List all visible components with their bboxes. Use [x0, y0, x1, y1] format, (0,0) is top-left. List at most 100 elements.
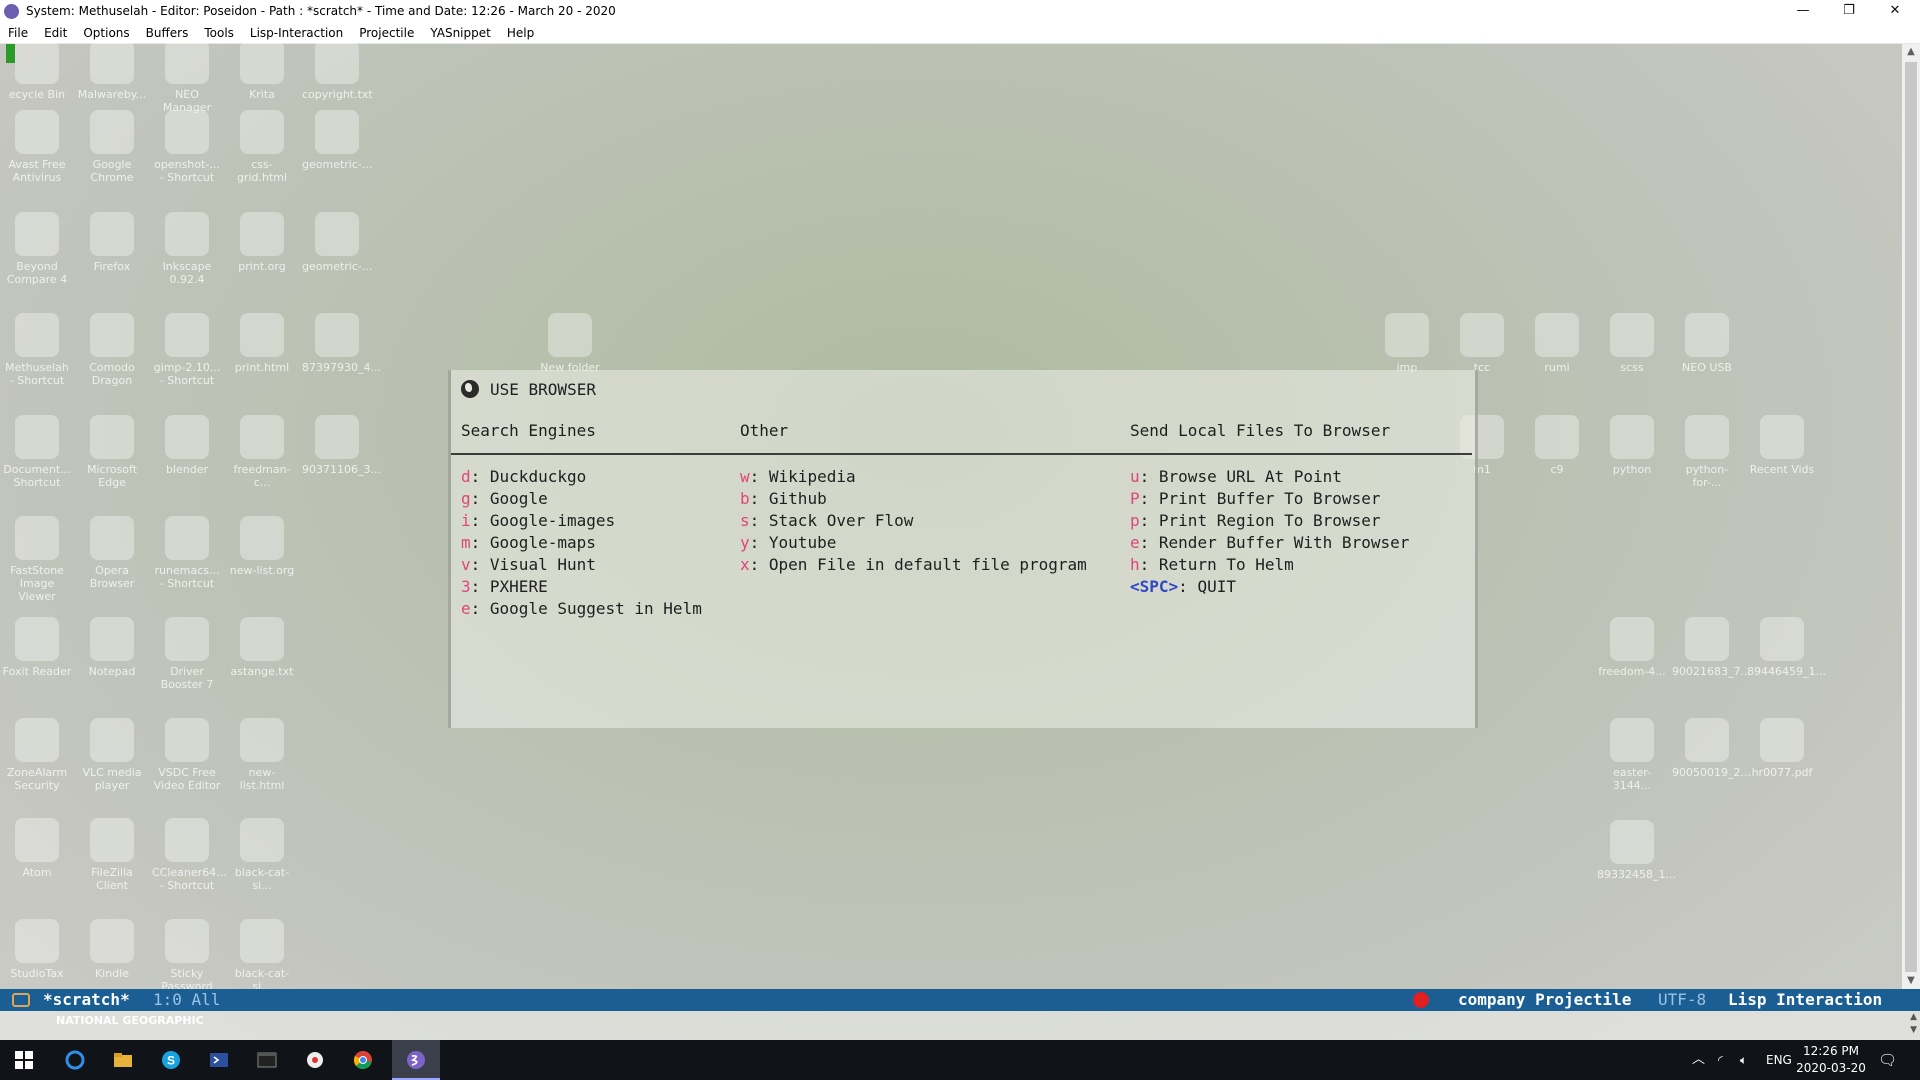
desktop-icon: Google Chrome: [77, 110, 147, 184]
desktop-icon-label: Kindle: [94, 967, 130, 980]
panel-title: USE BROWSER: [490, 379, 596, 399]
desktop-file-icon: [15, 818, 59, 862]
menu-entry-google[interactable]: g: Google: [461, 488, 702, 510]
desktop-file-icon: [1535, 313, 1579, 357]
major-mode[interactable]: Lisp Interaction: [1728, 989, 1882, 1011]
encoding[interactable]: UTF-8: [1658, 989, 1706, 1011]
vertical-scrollbar[interactable]: ▲ ▼: [1902, 44, 1920, 989]
desktop-icon-label: Avast Free Antivirus: [8, 158, 66, 184]
desktop-file-icon: [240, 718, 284, 762]
menu-entry-print-buffer[interactable]: P: Print Buffer To Browser: [1130, 488, 1409, 510]
desktop-file-icon: [240, 617, 284, 661]
menu-tools[interactable]: Tools: [196, 26, 242, 40]
desktop-file-icon: [1535, 415, 1579, 459]
menu-entry-duckduckgo[interactable]: d: Duckduckgo: [461, 466, 702, 488]
menu-entry-google-images[interactable]: i: Google-images: [461, 510, 702, 532]
desktop-file-icon: [1610, 718, 1654, 762]
taskbar-edge[interactable]: [51, 1040, 99, 1080]
entry-key: b: [740, 489, 750, 508]
menu-entry-return-to-helm[interactable]: h: Return To Helm: [1130, 554, 1409, 576]
buffer-name[interactable]: *scratch*: [43, 989, 130, 1011]
desktop-file-icon: [15, 516, 59, 560]
bug-icon[interactable]: [1413, 992, 1429, 1008]
entry-label: : Github: [749, 489, 827, 508]
taskbar-skype[interactable]: S: [147, 1040, 195, 1080]
scroll-up-icon[interactable]: ▲: [1902, 44, 1920, 60]
echo-area[interactable]: NATIONAL GEOGRAPHIC ▲ ▼: [0, 1011, 1920, 1040]
network-icon[interactable]: ◜: [1718, 1040, 1723, 1080]
taskbar-emacs[interactable]: [392, 1040, 440, 1080]
menu-options[interactable]: Options: [75, 26, 137, 40]
menu-entry-print-region[interactable]: p: Print Region To Browser: [1130, 510, 1409, 532]
desktop-icon: black-cat-si...: [227, 818, 297, 892]
taskbar-powershell[interactable]: [195, 1040, 243, 1080]
desktop-icon: 87397930_4...: [302, 313, 381, 374]
menu-entry-youtube[interactable]: y: Youtube: [740, 532, 1087, 554]
taskbar-file-explorer[interactable]: [99, 1040, 147, 1080]
desktop-icon-label: FileZilla Client: [91, 866, 133, 892]
menu-entry-github[interactable]: b: Github: [740, 488, 1087, 510]
entry-label: : Print Region To Browser: [1139, 511, 1381, 530]
menu-entry-stack-over-flow[interactable]: s: Stack Over Flow: [740, 510, 1087, 532]
menu-lisp-interaction[interactable]: Lisp-Interaction: [242, 26, 351, 40]
header-separator: [451, 453, 1472, 455]
minimize-button[interactable]: —: [1780, 0, 1826, 23]
echo-scroll-icon[interactable]: ▲ ▼: [1910, 1011, 1917, 1037]
desktop-icon-label: freedman-c...: [233, 463, 291, 489]
use-browser-panel: USE BROWSER Search Engines d: Duckduckgo…: [448, 370, 1478, 728]
close-button[interactable]: ✕: [1872, 0, 1918, 23]
desktop-file-icon: [90, 313, 134, 357]
menu-entry-pxhere[interactable]: 3: PXHERE: [461, 576, 702, 598]
menu-entry-google-maps[interactable]: m: Google-maps: [461, 532, 702, 554]
desktop-icon: geometric-...: [302, 212, 372, 273]
menu-edit[interactable]: Edit: [36, 26, 75, 40]
desktop-icon: Beyond Compare 4: [2, 212, 72, 286]
restore-button[interactable]: ❐: [1826, 0, 1872, 23]
notifications-icon[interactable]: 🗨︎: [1878, 1040, 1897, 1080]
minor-modes[interactable]: company Projectile: [1458, 989, 1631, 1011]
language-indicator[interactable]: ENG: [1766, 1040, 1792, 1080]
desktop-file-icon: [165, 313, 209, 357]
desktop-icon: Malwareby...: [77, 40, 147, 101]
start-button[interactable]: [0, 1040, 48, 1080]
taskbar: S ︿ ◜ 🔈︎ ENG 12:26 PM 2020-03-20 🗨︎: [0, 1040, 1920, 1080]
desktop-file-icon: [1385, 313, 1429, 357]
desktop-icon-label: gimp-2.10... - Shortcut: [153, 361, 221, 387]
desktop-icon-label: Document... Shortcut: [3, 463, 71, 489]
menu-entry-visual-hunt[interactable]: v: Visual Hunt: [461, 554, 702, 576]
taskbar-media[interactable]: [291, 1040, 339, 1080]
menu-entry-browse-url[interactable]: u: Browse URL At Point: [1130, 466, 1409, 488]
desktop-file-icon: [240, 818, 284, 862]
entry-key: h: [1130, 555, 1140, 574]
desktop-icon-label: blender: [165, 463, 209, 476]
powershell-icon: [210, 1053, 228, 1067]
desktop-icon: Document... Shortcut: [2, 415, 72, 489]
taskbar-terminal[interactable]: [243, 1040, 291, 1080]
desktop-icon-label: copyright.txt: [302, 88, 373, 101]
volume-icon[interactable]: 🔈︎: [1740, 1040, 1747, 1080]
menu-entry-wikipedia[interactable]: w: Wikipedia: [740, 466, 1087, 488]
scroll-down-icon[interactable]: ▼: [1902, 973, 1920, 989]
menu-entry-google-suggest[interactable]: e: Google Suggest in Helm: [461, 598, 702, 620]
taskbar-chrome[interactable]: [339, 1040, 387, 1080]
entry-key: i: [461, 511, 471, 530]
desktop-icon-label: openshot-... - Shortcut: [154, 158, 220, 184]
menu-entry-quit[interactable]: <SPC>: QUIT: [1130, 576, 1409, 598]
clock[interactable]: 12:26 PM 2020-03-20: [1796, 1043, 1866, 1077]
entry-label: : Youtube: [749, 533, 837, 552]
menu-file[interactable]: File: [0, 26, 36, 40]
desktop-file-icon: [90, 919, 134, 963]
menu-entry-open-file[interactable]: x: Open File in default file program: [740, 554, 1087, 576]
desktop-file-icon: [15, 415, 59, 459]
scrollbar-thumb[interactable]: [1905, 62, 1917, 972]
menu-projectile[interactable]: Projectile: [351, 26, 422, 40]
menu-entry-render-buffer[interactable]: e: Render Buffer With Browser: [1130, 532, 1409, 554]
menu-yasnippet[interactable]: YASnippet: [422, 26, 499, 40]
desktop-file-icon: [165, 40, 209, 84]
entry-label: : Google-maps: [470, 533, 596, 552]
desktop-icon: Sticky Password: [152, 919, 222, 993]
tray-chevron-icon[interactable]: ︿: [1692, 1040, 1705, 1080]
menu-help[interactable]: Help: [499, 26, 542, 40]
menu-buffers[interactable]: Buffers: [138, 26, 197, 40]
desktop-file-icon: [240, 212, 284, 256]
